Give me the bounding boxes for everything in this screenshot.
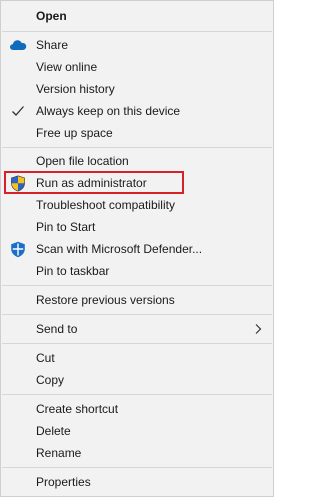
menu-item-scan-with-defender[interactable]: Scan with Microsoft Defender... (1, 238, 273, 260)
menu-item-cut[interactable]: Cut (1, 347, 273, 369)
menu-item-delete[interactable]: Delete (1, 420, 273, 442)
menu-item-properties-label: Properties (36, 475, 91, 489)
menu-item-always-keep[interactable]: Always keep on this device (1, 100, 273, 122)
menu-item-rename[interactable]: Rename (1, 442, 273, 464)
menu-item-open-label: Open (36, 9, 67, 23)
menu-item-pin-to-taskbar-label: Pin to taskbar (36, 264, 110, 278)
menu-item-copy-label: Copy (36, 373, 65, 387)
menu-separator (2, 147, 272, 148)
menu-item-create-shortcut-label: Create shortcut (36, 402, 119, 416)
menu-item-open-file-location-label: Open file location (36, 154, 129, 168)
menu-item-send-to-label: Send to (36, 322, 78, 336)
menu-item-restore-previous-versions[interactable]: Restore previous versions (1, 289, 273, 311)
menu-item-send-to[interactable]: Send to (1, 318, 273, 340)
menu-item-troubleshoot-compatibility[interactable]: Troubleshoot compatibility (1, 194, 273, 216)
uac-shield-icon (9, 174, 27, 192)
menu-item-version-history[interactable]: Version history (1, 78, 273, 100)
menu-item-always-keep-label: Always keep on this device (36, 104, 181, 118)
menu-item-properties[interactable]: Properties (1, 471, 273, 493)
menu-item-delete-label: Delete (36, 424, 71, 438)
menu-separator (2, 314, 272, 315)
defender-shield-icon (9, 241, 27, 257)
menu-item-scan-with-defender-label: Scan with Microsoft Defender... (36, 242, 203, 256)
context-menu: Open Share View online Version history A… (0, 0, 274, 497)
menu-item-pin-to-start-label: Pin to Start (36, 220, 96, 234)
menu-item-cut-label: Cut (36, 351, 55, 365)
menu-separator (2, 343, 272, 344)
menu-item-rename-label: Rename (36, 446, 82, 460)
checkmark-icon (9, 103, 27, 119)
menu-separator (2, 394, 272, 395)
chevron-right-icon (253, 323, 263, 335)
menu-item-open-file-location[interactable]: Open file location (1, 150, 273, 172)
menu-item-free-up-space-label: Free up space (36, 126, 113, 140)
menu-item-restore-previous-versions-label: Restore previous versions (36, 293, 175, 307)
menu-item-copy[interactable]: Copy (1, 369, 273, 391)
menu-item-view-online-label: View online (36, 60, 98, 74)
menu-item-pin-to-taskbar[interactable]: Pin to taskbar (1, 260, 273, 282)
menu-separator (2, 285, 272, 286)
menu-separator (2, 467, 272, 468)
menu-item-run-as-administrator-label: Run as administrator (36, 176, 147, 190)
menu-item-view-online[interactable]: View online (1, 56, 273, 78)
menu-item-troubleshoot-compatibility-label: Troubleshoot compatibility (36, 198, 175, 212)
menu-item-create-shortcut[interactable]: Create shortcut (1, 398, 273, 420)
menu-item-version-history-label: Version history (36, 82, 115, 96)
menu-item-run-as-administrator[interactable]: Run as administrator (1, 172, 273, 194)
menu-separator (2, 31, 272, 32)
menu-item-free-up-space[interactable]: Free up space (1, 122, 273, 144)
menu-item-share-label: Share (36, 38, 69, 52)
menu-item-open[interactable]: Open (1, 5, 273, 27)
menu-item-share[interactable]: Share (1, 34, 273, 56)
onedrive-cloud-icon (9, 37, 27, 53)
menu-item-pin-to-start[interactable]: Pin to Start (1, 216, 273, 238)
